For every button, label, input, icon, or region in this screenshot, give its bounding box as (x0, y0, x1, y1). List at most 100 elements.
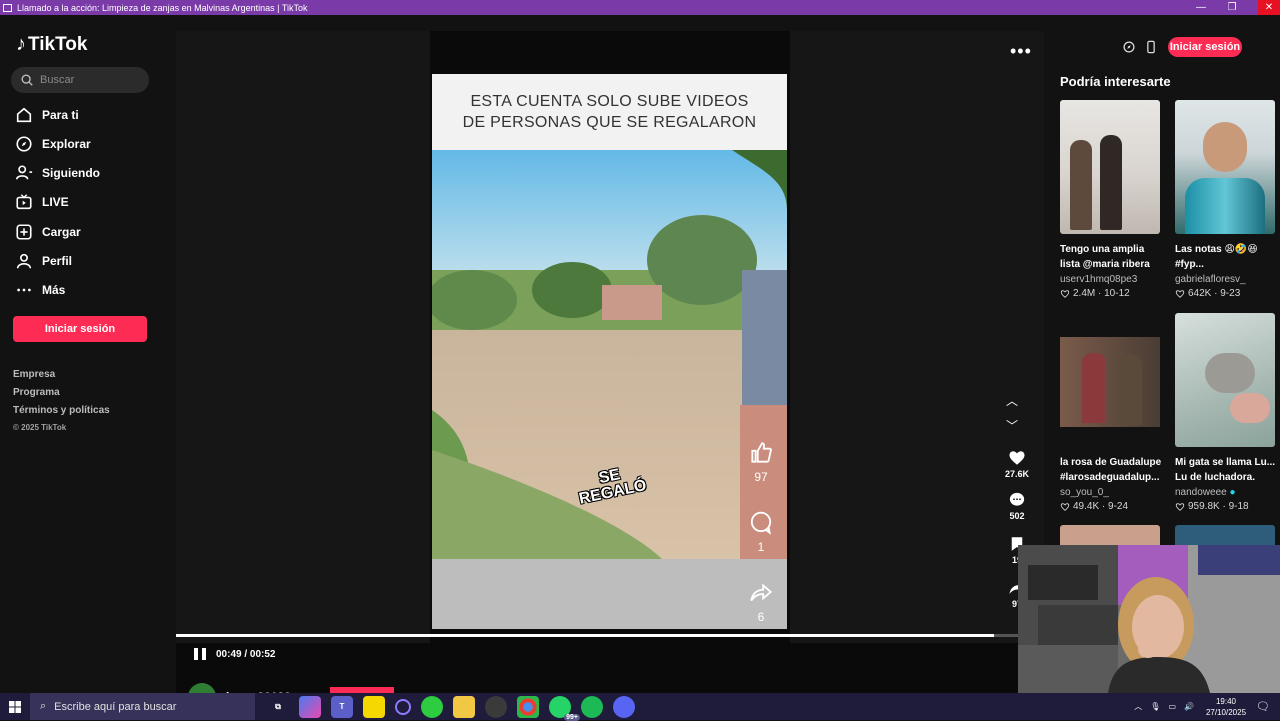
copyright: © 2025 TikTok (13, 423, 67, 432)
recommendation-thumbnail[interactable] (1060, 100, 1160, 234)
inner-like-count: 97 (754, 470, 768, 484)
pause-icon[interactable] (194, 648, 206, 660)
copilot-icon[interactable] (299, 695, 321, 718)
whatsapp-icon[interactable]: 99+ (549, 695, 580, 721)
teams-icon[interactable]: T (331, 695, 353, 718)
recommendation-card[interactable]: Tengo una amplia lista @maria ribera use… (1060, 100, 1164, 299)
volume-icon[interactable]: 🔊 (1184, 702, 1194, 711)
progress-fill (176, 634, 994, 637)
more-options-button[interactable]: ••• (1010, 41, 1032, 62)
minimize-button[interactable]: — (1186, 0, 1216, 15)
restore-button[interactable]: ❐ (1217, 0, 1247, 15)
obs-icon[interactable] (485, 695, 507, 718)
like-action[interactable]: 27.6K (1001, 449, 1033, 479)
recommendation-title: Las notas 😩🤣😆 #fyp... (1175, 244, 1258, 270)
sidebar-item-para-ti[interactable]: Para ti (15, 103, 79, 127)
window-title: Llamado a la acción: Limpieza de zanjas … (17, 2, 308, 13)
video-caption: ESTA CUENTA SOLO SUBE VIDEOS DE PERSONAS… (432, 74, 787, 150)
video-frame[interactable]: ESTA CUENTA SOLO SUBE VIDEOS DE PERSONAS… (432, 74, 787, 629)
recommendation-card[interactable]: la rosa de Guadalupe #larosadeguadalup..… (1060, 313, 1164, 512)
footer-link-empresa[interactable]: Empresa (13, 369, 110, 387)
sidebar-item-perfil[interactable]: Perfil (15, 249, 72, 273)
task-view-icon[interactable]: ⧉ (267, 696, 289, 718)
comment-icon (1009, 492, 1025, 506)
upload-icon (16, 224, 32, 240)
recommendation-likes: 642K (1188, 288, 1212, 299)
windows-logo-icon (9, 700, 21, 713)
whatsapp-badge: 99+ (564, 713, 580, 721)
recommendation-user[interactable]: so_you_0_ (1060, 487, 1164, 498)
recommendation-thumbnail[interactable] (1060, 313, 1160, 447)
recommendation-card[interactable]: Mi gata se llama Lu... Lu de luchadora. … (1175, 313, 1279, 512)
app-green-icon[interactable] (421, 695, 443, 718)
cortana-icon[interactable] (395, 698, 411, 715)
comment-count: 502 (1009, 511, 1025, 521)
heart-outline-icon (1060, 502, 1070, 511)
recommendation-date: 9-18 (1228, 501, 1249, 512)
tiktok-note-icon: ♪ (16, 33, 26, 55)
compass-icon (16, 136, 32, 152)
recommendation-thumbnail[interactable] (1175, 100, 1275, 234)
recommendation-thumbnail-partial[interactable] (1060, 525, 1160, 545)
home-icon (16, 107, 32, 123)
clock-time: 19:40 (1215, 696, 1237, 706)
taskbar-search[interactable]: ⌕ Escribe aquí para buscar (30, 693, 255, 720)
video-player[interactable]: ESTA CUENTA SOLO SUBE VIDEOS DE PERSONAS… (176, 31, 1044, 711)
taskbar-search-placeholder: Escribe aquí para buscar (54, 700, 177, 713)
microphone-icon[interactable]: 🎙 (1150, 702, 1160, 711)
sidebar: ♪ TikTok Para ti Explorar Siguiendo LIVE… (0, 15, 160, 693)
spotify-icon[interactable] (581, 695, 603, 718)
previous-video-chevron-up-icon[interactable]: ︿ (1006, 392, 1018, 409)
recommendation-stats: 959.8K · 9-18 (1175, 501, 1279, 512)
login-button[interactable]: Iniciar sesión (13, 316, 147, 342)
heart-outline-icon (1175, 502, 1185, 511)
chrome-icon[interactable] (517, 695, 539, 718)
network-icon[interactable]: ▭ (1168, 702, 1176, 711)
caption-line-1: ESTA CUENTA SOLO SUBE VIDEOS (470, 93, 749, 110)
webcam-feed (1018, 545, 1280, 693)
phone-icon[interactable] (1142, 38, 1160, 56)
search-box[interactable] (11, 67, 149, 93)
discord-icon[interactable] (613, 695, 635, 718)
recommendation-user-name: nandoweee (1175, 487, 1227, 498)
recommendation-user[interactable]: gabrielafloresv_ (1175, 274, 1279, 285)
footer-link-terminos[interactable]: Términos y políticas (13, 405, 110, 423)
start-button[interactable] (0, 693, 30, 720)
sticky-notes-icon[interactable] (363, 695, 385, 718)
tray-expand-chevron-icon[interactable]: ︿ (1134, 701, 1142, 712)
close-button[interactable]: ✕ (1258, 0, 1280, 15)
search-input[interactable] (38, 73, 142, 87)
recommendation-card[interactable]: Las notas 😩🤣😆 #fyp... gabrielafloresv_ 6… (1175, 100, 1279, 299)
inner-comment: 1 (746, 510, 776, 554)
taskbar-clock[interactable]: 19:40 27/10/2025 (1206, 696, 1246, 718)
live-icon (16, 194, 32, 210)
recommendation-user[interactable]: userv1hmq08pe3 (1060, 274, 1164, 285)
recommendation-thumbnail-partial[interactable] (1175, 525, 1275, 545)
next-video-chevron-down-icon[interactable]: ﹀ (1006, 417, 1018, 434)
inner-share-count: 6 (757, 610, 765, 624)
sidebar-item-live[interactable]: LIVE (15, 190, 69, 214)
notifications-icon[interactable]: 🗨 (1256, 700, 1270, 713)
caption-line-2: DE PERSONAS QUE SE REGALARON (462, 114, 757, 131)
progress-bar[interactable] (176, 634, 1044, 637)
tiktok-logo[interactable]: ♪ TikTok (16, 33, 87, 56)
recommendation-user[interactable]: nandoweee ● (1175, 487, 1279, 498)
sidebar-item-mas[interactable]: Más (15, 278, 65, 302)
explore-compass-icon[interactable] (1120, 38, 1138, 56)
comment-action[interactable]: 502 (1001, 491, 1033, 521)
footer-links: Empresa Programa Términos y políticas © … (13, 369, 110, 441)
recommendation-stats: 2.4M · 10-12 (1060, 288, 1164, 299)
footer-link-programa[interactable]: Programa (13, 387, 110, 405)
like-count: 27.6K (1004, 469, 1030, 479)
header-login-button[interactable]: Iniciar sesión (1168, 37, 1242, 57)
file-explorer-icon[interactable] (453, 695, 475, 718)
recommendation-stats: 642K · 9-23 (1175, 288, 1279, 299)
video-bottom-band (432, 559, 787, 629)
sidebar-item-label: Más (42, 283, 66, 297)
sidebar-item-label: Explorar (42, 137, 91, 151)
sidebar-item-cargar[interactable]: Cargar (15, 220, 81, 244)
sidebar-item-explorar[interactable]: Explorar (15, 132, 91, 156)
brand-name: TikTok (28, 33, 88, 55)
sidebar-item-siguiendo[interactable]: Siguiendo (15, 161, 100, 185)
recommendation-thumbnail[interactable] (1175, 313, 1275, 447)
